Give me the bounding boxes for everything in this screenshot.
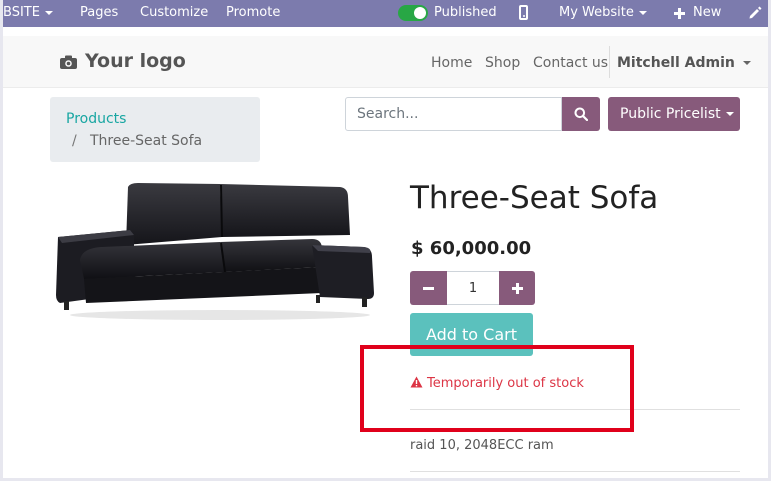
- mobile-preview-icon[interactable]: [519, 5, 528, 20]
- chevron-down-icon: [725, 112, 734, 116]
- nav-home[interactable]: Home: [431, 55, 472, 71]
- pricelist-label: Public Pricelist: [620, 106, 721, 122]
- toggle-knob: [414, 7, 426, 19]
- edit-pencil-icon[interactable]: [747, 5, 763, 21]
- product-image[interactable]: [50, 175, 380, 320]
- nav-divider: [609, 46, 610, 78]
- website-menu-label: BSITE: [3, 5, 40, 20]
- published-label[interactable]: Published: [434, 5, 497, 21]
- highlight-annotation-box: [360, 345, 634, 432]
- pages-menu[interactable]: Pages: [80, 5, 118, 21]
- plus-icon[interactable]: [674, 8, 685, 19]
- quantity-decrease-button[interactable]: [410, 271, 447, 305]
- search-input[interactable]: [345, 97, 562, 131]
- user-name: Mitchell Admin: [617, 55, 735, 71]
- published-toggle[interactable]: [398, 5, 428, 21]
- my-website-menu[interactable]: My Website: [559, 5, 647, 21]
- breadcrumb-current: Three-Seat Sofa: [90, 133, 203, 149]
- promote-menu[interactable]: Promote: [226, 5, 280, 21]
- chevron-down-icon: [638, 10, 647, 15]
- browser-frame: BSITE Pages Customize Promote Published …: [3, 0, 768, 478]
- new-button[interactable]: New: [693, 5, 721, 21]
- chevron-down-icon: [742, 61, 751, 65]
- search-icon: [574, 107, 588, 121]
- breadcrumb-separator: /: [72, 133, 77, 149]
- product-description: raid 10, 2048ECC ram: [410, 438, 554, 453]
- quantity-input[interactable]: [447, 271, 499, 305]
- logo-text: Your logo: [85, 50, 186, 72]
- quantity-increase-button[interactable]: [499, 271, 535, 305]
- breadcrumb-products-link[interactable]: Products: [66, 111, 126, 127]
- customize-menu[interactable]: Customize: [140, 5, 208, 21]
- nav-contact-us[interactable]: Contact us: [533, 55, 608, 71]
- camera-icon: [60, 55, 77, 69]
- product-price: $ 60,000.00: [411, 238, 532, 259]
- product-title: Three-Seat Sofa: [410, 180, 659, 216]
- divider: [410, 471, 740, 472]
- admin-top-bar: BSITE Pages Customize Promote Published …: [3, 0, 768, 27]
- site-header: Your logo Home Shop Contact us Mitchell …: [3, 36, 768, 88]
- user-menu[interactable]: Mitchell Admin: [617, 55, 751, 71]
- my-website-label: My Website: [559, 5, 634, 20]
- search-button[interactable]: [562, 97, 600, 131]
- breadcrumb: Products / Three-Seat Sofa: [50, 97, 260, 162]
- pricelist-dropdown[interactable]: Public Pricelist: [608, 97, 740, 131]
- nav-shop[interactable]: Shop: [485, 55, 520, 71]
- chevron-down-icon: [44, 10, 53, 15]
- site-logo[interactable]: Your logo: [60, 50, 186, 72]
- website-menu[interactable]: BSITE: [3, 5, 53, 21]
